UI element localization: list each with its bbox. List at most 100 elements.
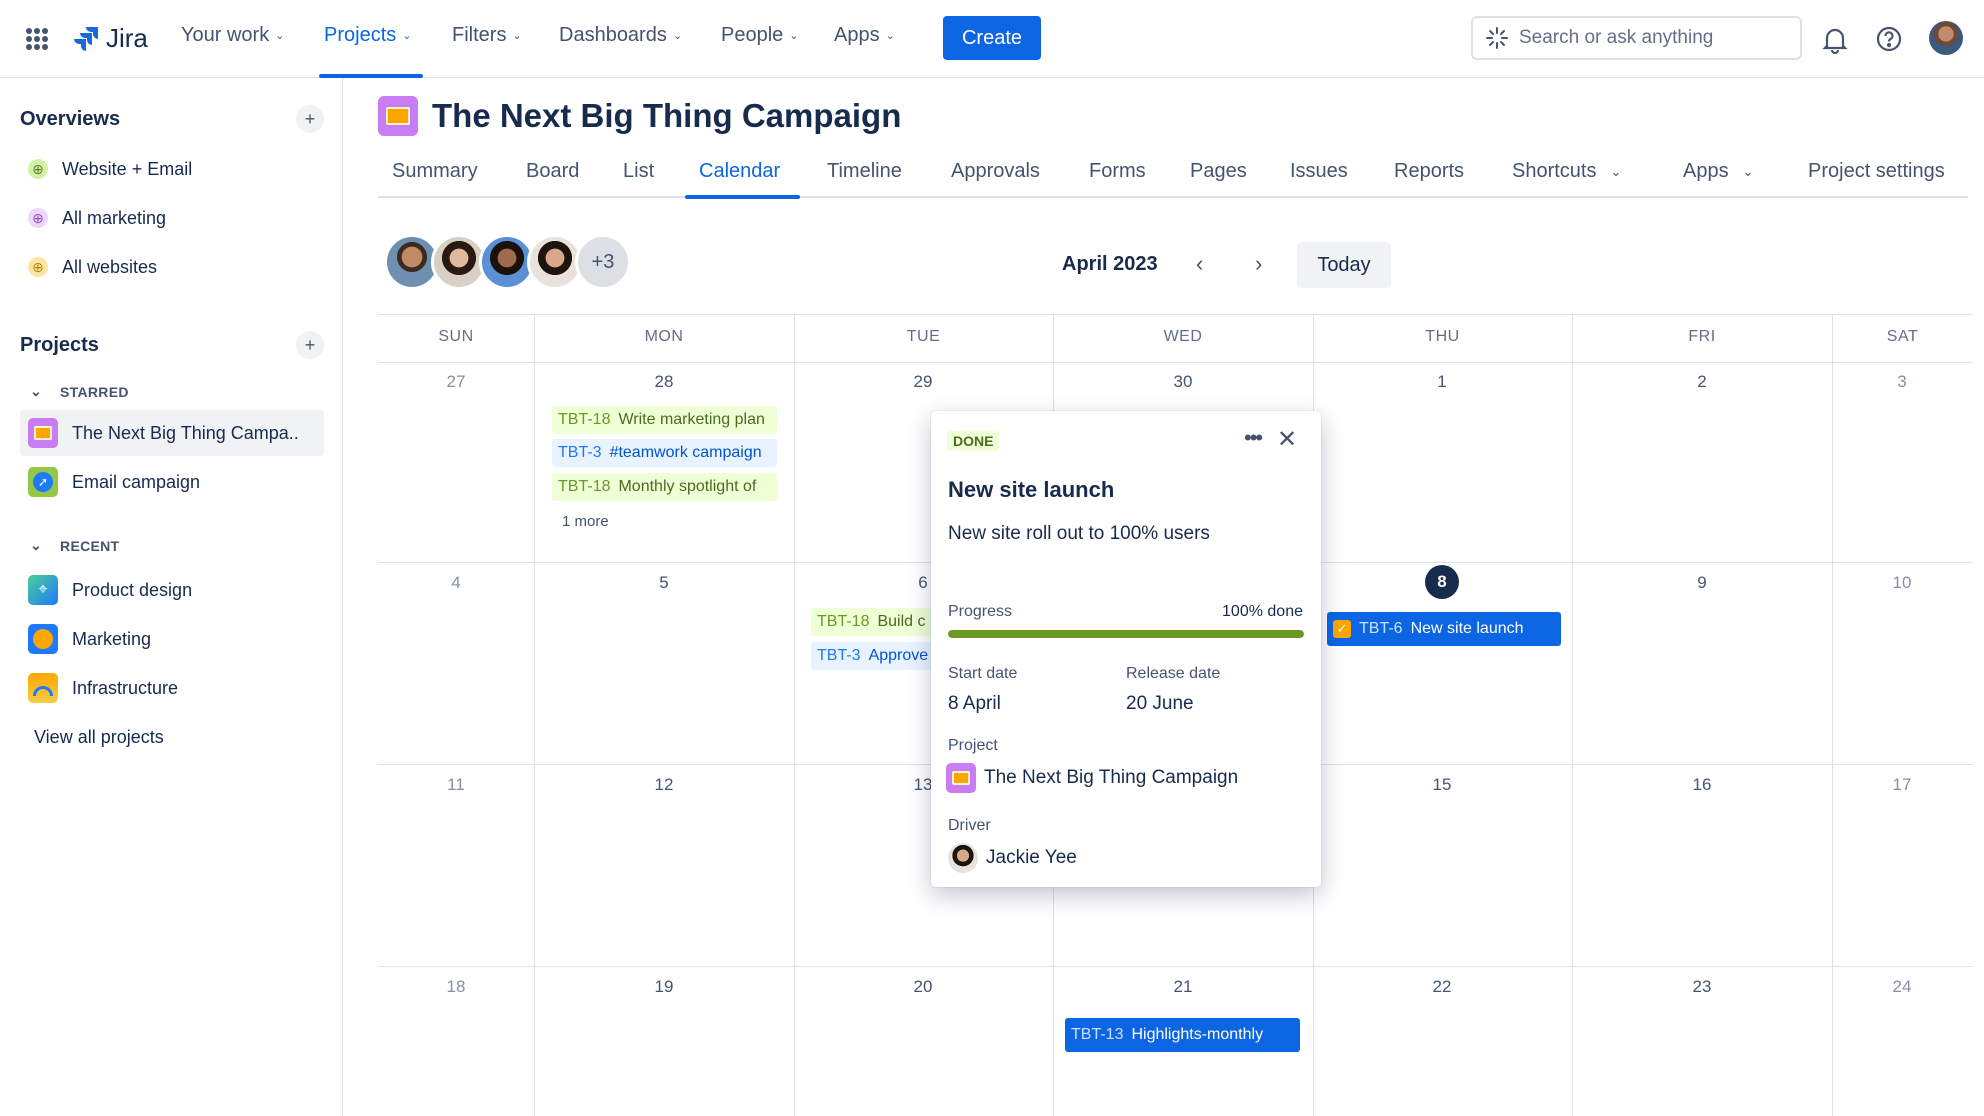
- start-date-value: 8 April: [948, 693, 1001, 714]
- chevron-down-icon: ⌄: [1742, 163, 1754, 179]
- day-header-sun: SUN: [438, 328, 474, 345]
- project-compass-icon: ➚: [28, 467, 58, 497]
- day-number: 5: [659, 573, 669, 592]
- day-number: 10: [1892, 573, 1912, 592]
- today-button[interactable]: Today: [1297, 242, 1391, 288]
- previous-month-icon[interactable]: ‹: [1196, 251, 1203, 277]
- jira-logo[interactable]: Jira: [74, 23, 148, 54]
- more-events-link[interactable]: 1 more: [562, 513, 609, 530]
- tab-summary[interactable]: Summary: [392, 160, 478, 197]
- calendar-event[interactable]: TBT-13 Highlights-monthly: [1065, 1018, 1300, 1052]
- tab-pages[interactable]: Pages: [1190, 160, 1247, 197]
- day-number: 28: [654, 372, 674, 391]
- day-header-wed: WED: [1163, 328, 1203, 345]
- nav-apps[interactable]: Apps ⌄: [834, 24, 895, 47]
- projects-heading: Projects: [20, 334, 99, 356]
- tab-shortcuts[interactable]: Shortcuts ⌄: [1512, 160, 1621, 197]
- day-header-tue: TUE: [906, 328, 941, 345]
- driver[interactable]: Jackie Yee: [948, 843, 1077, 873]
- calendar-event[interactable]: TBT-18 Monthly spotlight of: [552, 473, 777, 501]
- month-label: April 2023: [1062, 253, 1158, 275]
- top-navigation: Jira Your work ⌄ Projects ⌄ Filters ⌄ Dashb…: [0, 0, 1984, 78]
- starred-section-toggle[interactable]: ⌄ STARRED: [30, 383, 129, 400]
- sidebar-item-product-design[interactable]: ⌖ Product design: [20, 567, 324, 613]
- tabs-divider: [378, 196, 1968, 198]
- add-overview-button[interactable]: +: [296, 105, 324, 133]
- sidebar-item-all-marketing[interactable]: ⊕ All marketing: [20, 195, 324, 241]
- day-number: 17: [1892, 775, 1912, 794]
- tab-timeline[interactable]: Timeline: [827, 160, 902, 197]
- more-actions-icon[interactable]: •••: [1244, 425, 1263, 451]
- grid-line: [1832, 314, 1833, 1116]
- notifications-bell-icon[interactable]: [1822, 26, 1848, 54]
- calendar-event[interactable]: TBT-18 Write marketing plan: [552, 406, 777, 434]
- tab-reports[interactable]: Reports: [1394, 160, 1464, 197]
- globe-icon: ⊕: [28, 159, 48, 179]
- overviews-heading: Overviews: [20, 108, 121, 130]
- project-monitor-icon: [378, 96, 418, 136]
- next-month-icon[interactable]: ›: [1255, 251, 1262, 277]
- day-number: 22: [1432, 977, 1452, 996]
- active-tab-indicator: [685, 195, 800, 199]
- sidebar-item-email-campaign[interactable]: ➚ Email campaign: [20, 459, 324, 505]
- more-avatars-badge[interactable]: +3: [575, 234, 631, 290]
- nav-your-work[interactable]: Your work ⌄: [181, 24, 284, 47]
- chevron-down-icon: ⌄: [512, 30, 522, 42]
- tab-forms[interactable]: Forms: [1089, 160, 1146, 197]
- day-number: 29: [913, 372, 933, 391]
- tab-issues[interactable]: Issues: [1290, 160, 1348, 197]
- day-number-today: 8: [1425, 565, 1459, 599]
- avatar: [948, 843, 978, 873]
- search-input[interactable]: [1519, 27, 1779, 49]
- view-all-projects-link[interactable]: View all projects: [20, 714, 324, 760]
- calendar-event[interactable]: TBT-3 #teamwork campaign: [552, 439, 777, 467]
- calendar-event[interactable]: TBT-18 Build c: [811, 608, 941, 636]
- chevron-down-icon: ⌄: [402, 30, 412, 42]
- day-number: 1: [1437, 372, 1447, 391]
- project-link[interactable]: The Next Big Thing Campaign: [946, 763, 1238, 793]
- project-bridge-icon: [28, 673, 58, 703]
- day-header-mon: MON: [644, 328, 684, 345]
- nav-filters[interactable]: Filters ⌄: [452, 24, 522, 47]
- create-button[interactable]: Create: [943, 16, 1041, 60]
- tab-approvals[interactable]: Approvals: [951, 160, 1040, 197]
- status-badge: DONE: [947, 431, 1000, 451]
- sidebar-item-website-email[interactable]: ⊕ Website + Email: [20, 146, 324, 192]
- tab-apps[interactable]: Apps ⌄: [1683, 160, 1754, 197]
- chevron-down-icon: ⌄: [1610, 163, 1622, 179]
- sidebar-item-marketing[interactable]: Marketing: [20, 616, 324, 662]
- sidebar-item-all-websites[interactable]: ⊕ All websites: [20, 244, 324, 290]
- tab-project-settings[interactable]: Project settings: [1808, 160, 1945, 197]
- calendar-event[interactable]: TBT-3 Approve: [811, 642, 941, 670]
- tab-calendar[interactable]: Calendar: [699, 160, 780, 197]
- close-icon[interactable]: ✕: [1277, 425, 1297, 454]
- day-number: 9: [1697, 573, 1707, 592]
- project-monitor-icon: [946, 763, 976, 793]
- project-header: The Next Big Thing Campaign: [378, 96, 901, 136]
- popup-title: New site launch: [948, 477, 1115, 502]
- ai-sparkle-icon: [1486, 27, 1508, 49]
- sidebar-item-next-big-thing[interactable]: The Next Big Thing Campa..: [20, 410, 324, 456]
- jira-logo-icon: [74, 26, 98, 51]
- sidebar-item-infrastructure[interactable]: Infrastructure: [20, 665, 324, 711]
- recent-section-toggle[interactable]: ⌄ RECENT: [30, 537, 119, 554]
- help-icon[interactable]: [1875, 25, 1903, 53]
- chevron-down-icon: ⌄: [275, 30, 285, 42]
- add-project-button[interactable]: +: [296, 331, 324, 359]
- tab-list[interactable]: List: [623, 160, 654, 197]
- progress-bar: [948, 630, 1304, 638]
- nav-people[interactable]: People ⌄: [721, 24, 799, 47]
- day-number: 23: [1692, 977, 1712, 996]
- search-box[interactable]: [1471, 16, 1802, 60]
- tab-board[interactable]: Board: [526, 160, 579, 197]
- calendar-event-selected[interactable]: ✓ TBT-6 New site launch: [1327, 612, 1561, 646]
- chevron-down-icon: ⌄: [30, 383, 43, 399]
- grid-line: [1572, 314, 1573, 1116]
- nav-projects[interactable]: Projects ⌄: [324, 24, 411, 47]
- user-avatar[interactable]: [1929, 21, 1963, 55]
- day-number: 19: [654, 977, 674, 996]
- page-title: The Next Big Thing Campaign: [432, 97, 902, 134]
- nav-dashboards[interactable]: Dashboards ⌄: [559, 24, 682, 47]
- app-switcher-icon[interactable]: [26, 28, 48, 50]
- chevron-down-icon: ⌄: [789, 30, 799, 42]
